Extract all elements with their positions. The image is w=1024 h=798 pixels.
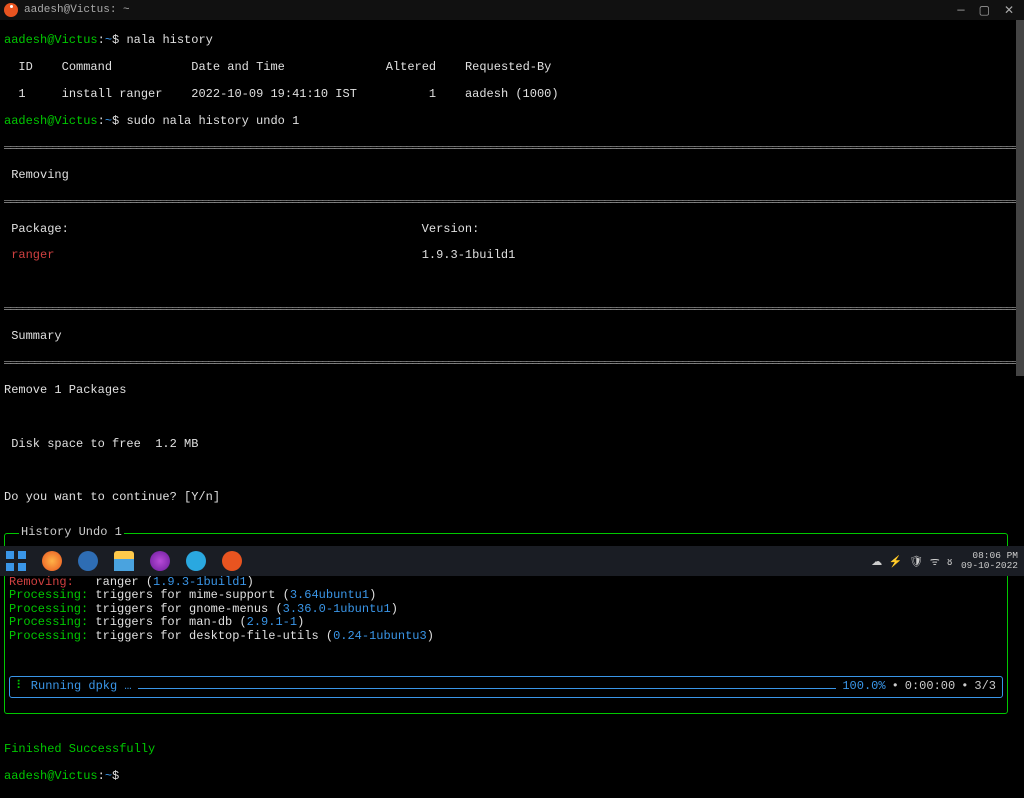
progress-bar-box: ⠇ Running dpkg … 100.0% • 0:00:00 • 3/3	[9, 676, 1003, 698]
remove-count: Remove 1 Packages	[4, 384, 1020, 397]
command-1: nala history	[126, 33, 212, 47]
ubuntu-icon	[4, 3, 18, 17]
disk-free: Disk space to free 1.2 MB	[4, 438, 1020, 451]
prompt-userhost: aadesh@Victus	[4, 33, 98, 47]
ubuntu-terminal-icon[interactable]	[222, 551, 242, 571]
telegram-icon[interactable]	[186, 551, 206, 571]
firefox-icon[interactable]	[42, 551, 62, 571]
pkg-row: ranger 1.9.3-1build1 1.2 MB	[4, 249, 1020, 262]
system-tray[interactable]: ☁ ⚡ 🛡 ᯤ ᴕ 08:06 PM 09-10-2022	[871, 551, 1018, 572]
close-button[interactable]: ✕	[1004, 3, 1014, 18]
removing-heading: Removing	[4, 169, 1020, 182]
progress-bar-fill	[138, 688, 837, 689]
history-line: Processing: triggers for mime-support (3…	[9, 589, 1003, 602]
taskbar: ☁ ⚡ 🛡 ᯤ ᴕ 08:06 PM 09-10-2022	[0, 546, 1024, 576]
app-icon[interactable]	[150, 551, 170, 571]
progress-count: 3/3	[974, 680, 996, 693]
progress-time: 0:00:00	[905, 680, 955, 693]
history-line: Processing: triggers for desktop-file-ut…	[9, 630, 1003, 643]
minimize-button[interactable]: —	[957, 3, 964, 18]
tray-icons[interactable]: ☁ ⚡ 🛡 ᯤ ᴕ	[871, 554, 953, 569]
history-line: Removing: ranger (1.9.3-1build1)	[9, 576, 1003, 589]
pkg-headers: Package: Version: Size:	[4, 223, 1020, 236]
history-headers: ID Command Date and Time Altered Request…	[4, 61, 1020, 74]
history-row: 1 install ranger 2022-10-09 19:41:10 IST…	[4, 88, 1020, 101]
history-line: Processing: triggers for man-db (2.9.1-1…	[9, 616, 1003, 629]
progress-percent: 100.0%	[842, 680, 885, 693]
history-box-label: History Undo 1	[19, 526, 124, 539]
title-bar: aadesh@Victus: ~ — ▢ ✕	[0, 0, 1024, 20]
history-line: Processing: triggers for gnome-menus (3.…	[9, 603, 1003, 616]
command-2: sudo nala history undo 1	[126, 114, 299, 128]
scrollbar[interactable]	[1016, 20, 1024, 376]
continue-prompt: Do you want to continue? [Y/n]	[4, 491, 1020, 504]
window-title: aadesh@Victus: ~	[24, 4, 957, 16]
progress-label: Running dpkg …	[31, 680, 132, 693]
terminal-content[interactable]: aadesh@Victus:~$ nala history ID Command…	[0, 20, 1024, 798]
maximize-button[interactable]: ▢	[979, 3, 990, 18]
summary-heading: Summary	[4, 330, 1020, 343]
start-icon[interactable]	[6, 551, 26, 571]
separator-icon: ════════════════════════════════════════…	[4, 142, 1016, 155]
qbittorrent-icon[interactable]	[78, 551, 98, 571]
window-controls: — ▢ ✕	[957, 3, 1014, 18]
spinner-icon: ⠇	[16, 680, 25, 693]
finished-message: Finished Successfully	[4, 743, 1020, 756]
file-explorer-icon[interactable]	[114, 551, 134, 571]
tray-clock[interactable]: 08:06 PM 09-10-2022	[961, 551, 1018, 572]
